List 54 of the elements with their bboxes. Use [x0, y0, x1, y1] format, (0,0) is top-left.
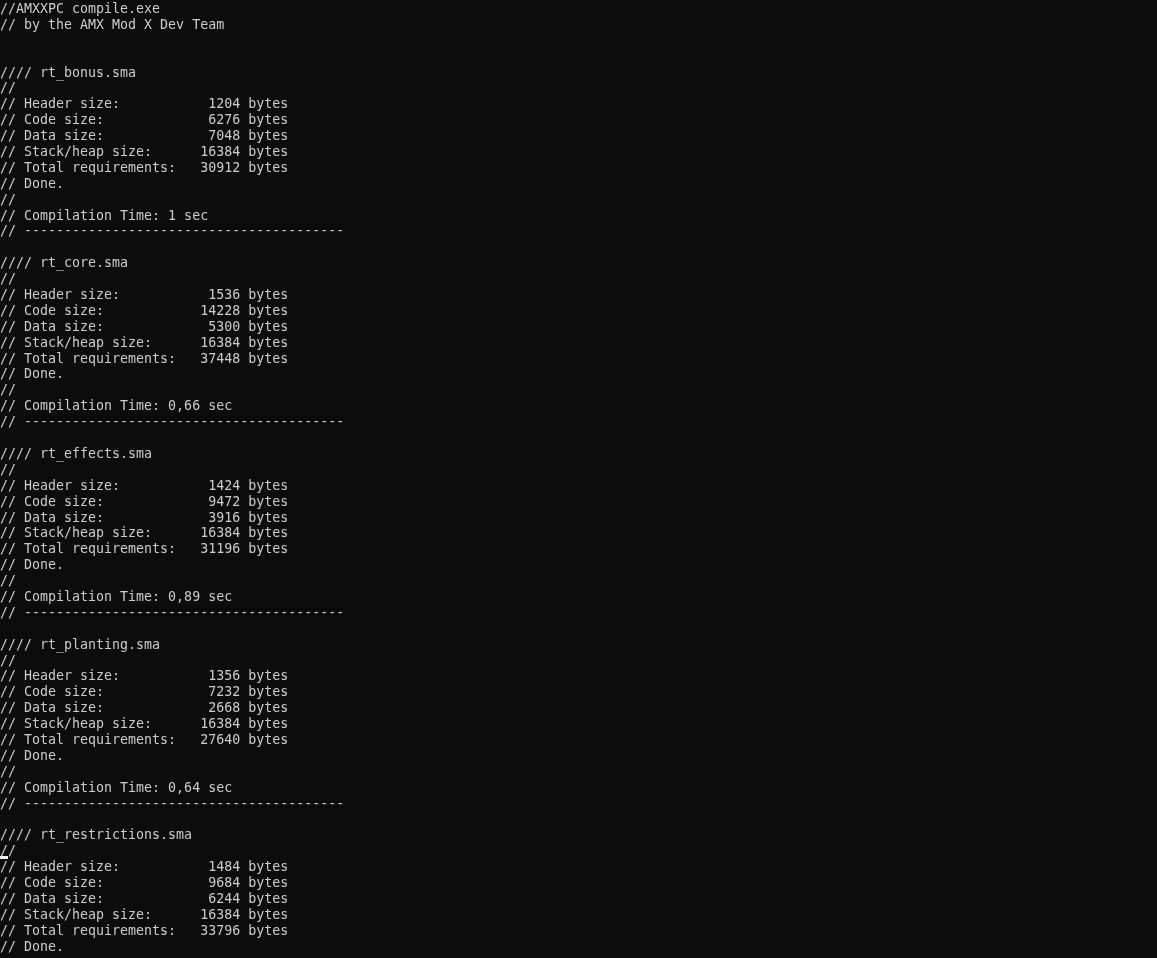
console-line: //// rt_core.sma [0, 255, 129, 271]
console-line: //// rt_planting.sma [0, 636, 161, 652]
console-line: // ---------------------------------------- [0, 604, 345, 620]
console-line: // Done. [0, 938, 65, 954]
console-line: // [0, 191, 16, 207]
console-line: // Total requirements: 33796 bytes [0, 922, 289, 938]
console-line: // Compilation Time: 1 sec [0, 207, 209, 223]
console-line: // Code size: 7232 bytes [0, 684, 289, 700]
console-line: // Header size: 1204 bytes [0, 96, 289, 112]
console-line: // Stack/heap size: 16384 bytes [0, 334, 289, 350]
console-line: // Compilation Time: 0,89 sec [0, 588, 233, 604]
console-line: // Stack/heap size: 16384 bytes [0, 906, 289, 922]
console-line: // Total requirements: 27640 bytes [0, 731, 289, 747]
console-line: // Header size: 1424 bytes [0, 477, 289, 493]
console-line: // [0, 271, 16, 287]
console-line: // [0, 461, 16, 477]
console-line: // Data size: 7048 bytes [0, 128, 289, 144]
console-line: // Stack/heap size: 16384 bytes [0, 525, 289, 541]
console-line: //// rt_restrictions.sma [0, 827, 193, 843]
console-line: // Stack/heap size: 16384 bytes [0, 144, 289, 159]
console-line: // Data size: 5300 bytes [0, 318, 289, 334]
console-line: // [0, 843, 16, 859]
console-line: // Code size: 14228 bytes [0, 302, 289, 318]
console-line: // Code size: 9472 bytes [0, 493, 289, 509]
console-line: // ---------------------------------------- [0, 795, 345, 811]
console-line: // [0, 382, 16, 398]
console-line: // [0, 573, 16, 589]
console-line: // [0, 80, 16, 96]
console-line: // Data size: 3916 bytes [0, 509, 289, 525]
console-line: //AMXXPC compile.exe [0, 1, 161, 16]
console-line: // Done. [0, 557, 65, 573]
console-line: // Header size: 1356 bytes [0, 668, 289, 684]
console-line: // by the AMX Mod X Dev Team [0, 16, 225, 32]
console-line: // Code size: 9684 bytes [0, 875, 289, 890]
console-line: // Code size: 6276 bytes [0, 112, 289, 128]
console-line: // [0, 763, 16, 779]
console-line: // Header size: 1536 bytes [0, 287, 289, 303]
console-line: // Data size: 2668 bytes [0, 700, 289, 716]
console-line: // Compilation Time: 0,66 sec [0, 398, 233, 414]
console-line: // [0, 652, 16, 668]
console-line: // Total requirements: 37448 bytes [0, 350, 289, 366]
console-line: //// rt_effects.sma [0, 445, 153, 461]
console-line: // Header size: 1484 bytes [0, 859, 289, 875]
console-line: // Done. [0, 366, 65, 382]
console-line: // Stack/heap size: 16384 bytes [0, 716, 289, 732]
console-line: // Compilation Time: 0,64 sec [0, 779, 233, 795]
console-line: // Data size: 6244 bytes [0, 890, 289, 906]
console-line: // Total requirements: 30912 bytes [0, 159, 289, 175]
console-line: //// rt_bonus.sma [0, 64, 137, 80]
console-line: // ---------------------------------------- [0, 414, 345, 430]
console-line: // Done. [0, 175, 65, 191]
console-line: // Done. [0, 747, 65, 763]
console-line: // Total requirements: 31196 bytes [0, 541, 289, 557]
console-line: // ---------------------------------------- [0, 223, 345, 239]
